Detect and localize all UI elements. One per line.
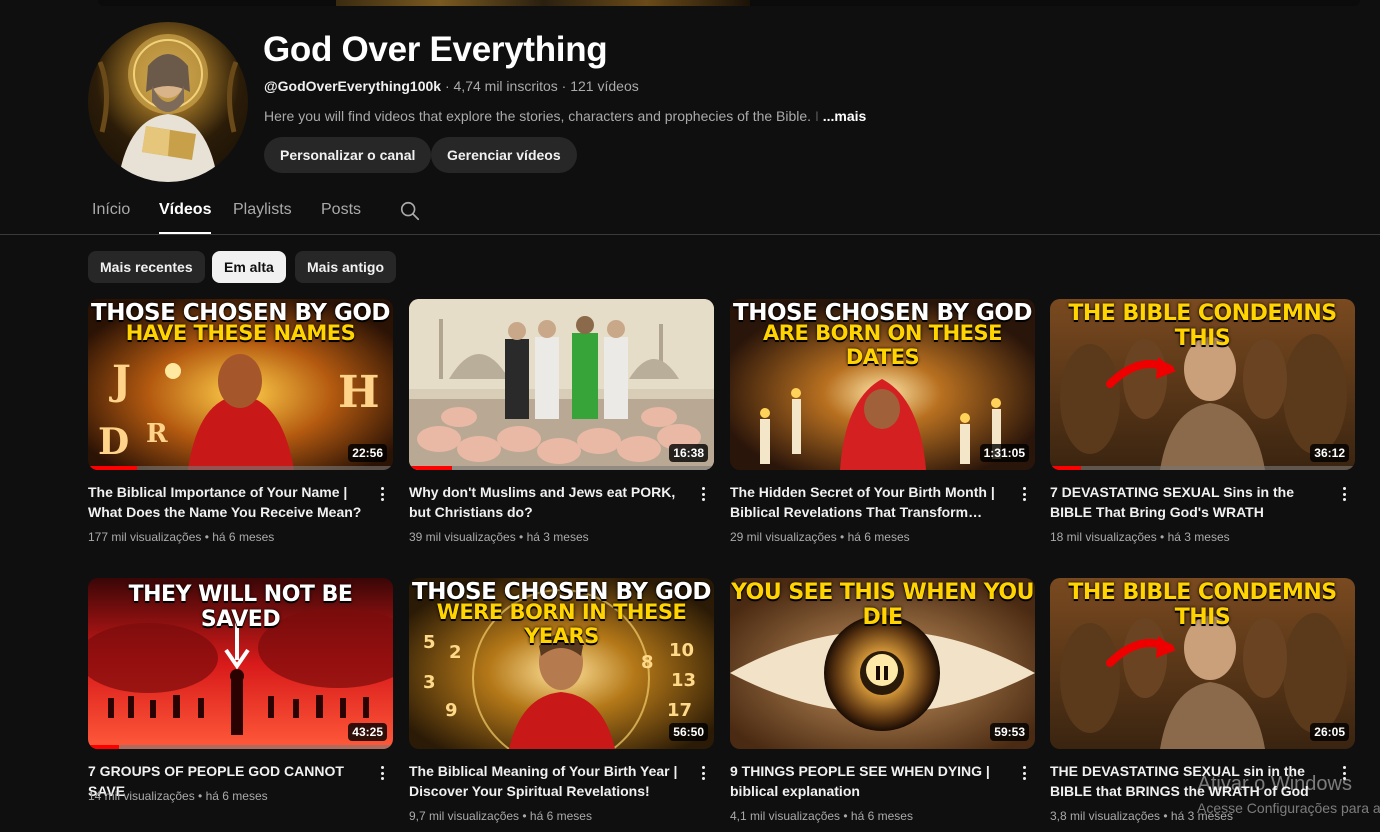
svg-text:8: 8 <box>641 652 654 673</box>
video-meta: 29 mil visualizações • há 6 meses <box>730 530 910 544</box>
more-actions-icon[interactable] <box>1018 485 1030 503</box>
svg-text:13: 13 <box>671 670 696 691</box>
video-count: 121 vídeos <box>570 78 639 94</box>
chip-popular[interactable]: Em alta <box>212 251 286 283</box>
thumbnail-caption: YOU SEE THIS WHEN YOU DIE <box>730 580 1035 630</box>
description-more-link[interactable]: ...mais <box>823 108 867 124</box>
video-meta: 39 mil visualizações • há 3 meses <box>409 530 589 544</box>
more-actions-icon[interactable] <box>697 485 709 503</box>
video-thumbnail[interactable]: J H D R THOSE CHOSEN BY GOD HAVE THESE N… <box>88 299 393 470</box>
description-text: Here you will find videos that explore t… <box>264 108 812 124</box>
more-actions-icon[interactable] <box>1018 764 1030 782</box>
video-duration: 56:50 <box>669 723 708 741</box>
channel-description[interactable]: Here you will find videos that explore t… <box>264 108 866 124</box>
thumbnail-caption: HAVE THESE NAMES <box>125 321 356 345</box>
manage-videos-button[interactable]: Gerenciar vídeos <box>431 137 577 173</box>
video-thumbnail[interactable]: 5239 10 13 17 8 THOSE CHOSEN BY GOD WERE BO… <box>409 578 714 749</box>
video-title[interactable]: 9 THINGS PEOPLE SEE WHEN DYING | biblica… <box>730 761 1012 801</box>
windows-activation-subtext: Acesse Configurações para a <box>1197 800 1380 816</box>
video-card[interactable]: YOU SEE THIS WHEN YOU DIE 59:53 9 THINGS… <box>730 578 1035 823</box>
channel-name: God Over Everything <box>263 30 608 69</box>
svg-text:3: 3 <box>423 672 436 693</box>
search-icon[interactable] <box>399 200 421 222</box>
video-card[interactable]: THE BIBLE CONDEMNS THIS 26:05 THE DEVAST… <box>1050 578 1355 823</box>
watch-progress <box>88 745 393 749</box>
svg-text:9: 9 <box>445 700 458 721</box>
svg-text:H: H <box>338 367 380 418</box>
thumbnail-caption: THE BIBLE CONDEMNS THIS <box>1068 580 1337 630</box>
video-thumbnail[interactable]: THE BIBLE CONDEMNS THIS 26:05 <box>1050 578 1355 749</box>
video-duration: 16:38 <box>669 444 708 462</box>
video-meta: 177 mil visualizações • há 6 meses <box>88 530 275 544</box>
video-thumbnail[interactable]: YOU SEE THIS WHEN YOU DIE 59:53 <box>730 578 1035 749</box>
video-meta: 18 mil visualizações • há 3 meses <box>1050 530 1230 544</box>
video-title[interactable]: Why don't Muslims and Jews eat PORK, but… <box>409 482 691 522</box>
chip-oldest[interactable]: Mais antigo <box>295 251 397 283</box>
description-fade: I <box>811 108 819 124</box>
video-card[interactable]: THE BIBLE CONDEMNS THIS 36:12 7 DEVASTAT… <box>1050 299 1355 544</box>
video-duration: 36:12 <box>1310 444 1349 462</box>
video-meta: 14 mil visualizações • há 6 meses <box>88 789 268 803</box>
video-meta: 4,1 mil visualizações • há 6 meses <box>730 809 913 823</box>
video-title[interactable]: The Hidden Secret of Your Birth Month | … <box>730 482 1012 522</box>
tab-posts[interactable]: Posts <box>321 201 361 219</box>
video-thumbnail[interactable]: THE BIBLE CONDEMNS THIS 36:12 <box>1050 299 1355 470</box>
video-thumbnail[interactable]: THOSE CHOSEN BY GOD ARE BORN ON THESE DA… <box>730 299 1035 470</box>
video-duration: 22:56 <box>348 444 387 462</box>
video-card[interactable]: 16:38 Why don't Muslims and Jews eat POR… <box>409 299 714 544</box>
video-thumbnail[interactable]: 16:38 <box>409 299 714 470</box>
video-thumbnail[interactable]: THEY WILL NOT BE SAVED 43:25 <box>88 578 393 749</box>
channel-avatar[interactable] <box>88 22 248 182</box>
watch-progress <box>88 466 393 470</box>
more-actions-icon[interactable] <box>376 764 388 782</box>
chip-latest[interactable]: Mais recentes <box>88 251 205 283</box>
thumbnail-caption: THEY WILL NOT BE SAVED <box>128 582 353 632</box>
channel-handle[interactable]: @GodOverEverything100k <box>264 78 441 94</box>
video-card[interactable]: J H D R THOSE CHOSEN BY GOD HAVE THESE N… <box>88 299 393 544</box>
svg-text:R: R <box>146 419 168 449</box>
video-title[interactable]: 7 DEVASTATING SEXUAL Sins in the BIBLE T… <box>1050 482 1332 522</box>
tab-videos[interactable]: Vídeos <box>159 201 212 234</box>
video-title[interactable]: The Biblical Meaning of Your Birth Year … <box>409 761 691 801</box>
svg-text:J: J <box>109 357 131 404</box>
more-actions-icon[interactable] <box>376 485 388 503</box>
video-card[interactable]: THEY WILL NOT BE SAVED 43:25 7 GROUPS OF… <box>88 578 393 803</box>
video-title[interactable]: The Biblical Importance of Your Name | W… <box>88 482 370 522</box>
tab-home[interactable]: Início <box>92 201 130 219</box>
thumbnail-caption: THE BIBLE CONDEMNS THIS <box>1068 301 1337 351</box>
video-duration: 43:25 <box>348 723 387 741</box>
customize-channel-button[interactable]: Personalizar o canal <box>264 137 432 173</box>
meta-separator: · <box>561 78 567 94</box>
meta-separator: · <box>444 78 450 94</box>
video-duration: 1:31:05 <box>979 444 1029 462</box>
watch-progress <box>1050 466 1355 470</box>
jesus-portrait-icon <box>97 34 239 182</box>
svg-text:D: D <box>98 421 129 463</box>
thumbnail-caption: WERE BORN IN THESE YEARS <box>436 600 687 648</box>
more-actions-icon[interactable] <box>1338 485 1350 503</box>
more-actions-icon[interactable] <box>697 764 709 782</box>
windows-activation-watermark: Ativar o Windows <box>1197 773 1353 795</box>
watch-progress <box>409 466 714 470</box>
video-card[interactable]: THOSE CHOSEN BY GOD ARE BORN ON THESE DA… <box>730 299 1035 544</box>
subscriber-count: 4,74 mil inscritos <box>453 78 558 94</box>
video-card[interactable]: 5239 10 13 17 8 THOSE CHOSEN BY GOD WERE BO… <box>409 578 714 823</box>
tab-playlists[interactable]: Playlists <box>233 201 292 219</box>
svg-text:17: 17 <box>667 700 692 721</box>
video-meta: 9,7 mil visualizações • há 6 meses <box>409 809 592 823</box>
thumbnail-caption: ARE BORN ON THESE DATES <box>763 321 1002 369</box>
video-duration: 26:05 <box>1310 723 1349 741</box>
channel-tabs: Início Vídeos Playlists Posts <box>0 193 1380 235</box>
channel-meta: @GodOverEverything100k · 4,74 mil inscri… <box>264 78 639 94</box>
channel-banner <box>98 0 1360 6</box>
video-duration: 59:53 <box>990 723 1029 741</box>
